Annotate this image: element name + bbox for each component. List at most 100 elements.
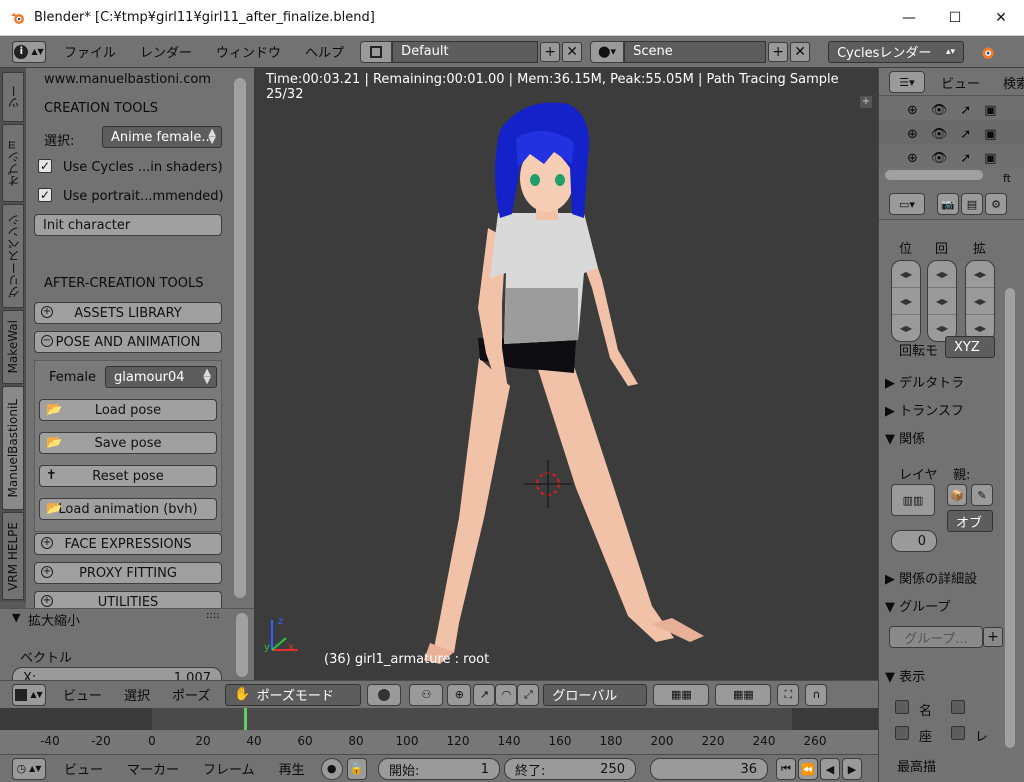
add-scene-button[interactable]: + [768,41,789,62]
tab-grease-pencil[interactable]: グリースペンシ [2,204,24,308]
menu-render[interactable]: レンダー [128,42,204,61]
row-icons[interactable]: ⊕ 👁 ➚ ▣ [907,147,997,166]
tool-shelf-scrollbar[interactable] [234,78,246,598]
editor-type-3d-icon[interactable]: ▲▼ [12,683,46,706]
menu-view[interactable]: ビュー [52,759,115,778]
parent-object-icon[interactable]: 📦 [947,484,967,506]
lock-layers-icon[interactable]: ⛶ [777,683,800,706]
utilities-panel[interactable]: + UTILITIES [34,591,222,608]
screen-layout-field[interactable]: Default [392,40,539,63]
current-frame-field[interactable]: 36 [650,758,768,780]
screen-layout-icon[interactable] [360,40,393,63]
rotation-fields[interactable]: ◀▶ ◀▶ ◀▶ [927,260,957,342]
use-portrait-checkbox[interactable]: ✓ [38,188,52,202]
init-character-button[interactable]: Init character [34,214,222,236]
jump-start-icon[interactable]: ⏮ [776,758,796,780]
menu-frame[interactable]: フレーム [191,759,267,778]
pass-index-field[interactable]: 0 [891,530,937,552]
pivot-point-icon[interactable]: ⚇ [409,683,444,706]
layers-grid-icon-2[interactable]: ▦▦ [715,683,772,706]
scene-icon[interactable]: ⬤▾ [590,40,625,63]
menu-marker[interactable]: マーカー [115,759,191,778]
prev-keyframe-icon[interactable]: ⏪ [798,758,818,780]
menu-playback[interactable]: 再生 [267,759,317,778]
tab-vrm-helper[interactable]: VRM HELPE [2,512,24,600]
manipulator-toggle-icon[interactable]: ⊕ [447,683,472,706]
outliner-h-scrollbar[interactable] [885,170,983,180]
add-group-icon[interactable]: + [983,627,1003,647]
pose-select[interactable]: glamour04 ▲ ▼ [105,366,217,388]
tab-options[interactable]: オプショ [2,124,24,202]
scale-fields[interactable]: ◀▶ ◀▶ ◀▶ [965,260,995,342]
location-fields[interactable]: ◀▶ ◀▶ ◀▶ [891,260,921,342]
layers-grid-icon[interactable]: ▦▦ [653,683,710,706]
character-select[interactable]: Anime female... ▲ ▼ [102,126,222,148]
load-pose-button[interactable]: 📂 Load pose [39,399,217,421]
outliner-editor-icon[interactable]: ☰▾ [889,71,925,93]
viewport-shading-icon[interactable] [367,683,402,706]
display-panel[interactable]: ▼ 表示 [885,666,1001,688]
menu-select[interactable]: 選択 [113,685,161,704]
lock-icon[interactable]: 🔒 [346,757,367,780]
3d-viewport[interactable]: Time:00:03.21 | Remaining:00:01.00 | Mem… [254,68,878,680]
relations-extras-panel[interactable]: ▶ 関係の詳細設 [885,568,1001,590]
remove-scene-button[interactable]: ✕ [790,41,811,62]
start-frame-field[interactable]: 開始: 1 [378,758,500,780]
proxy-fitting-panel[interactable]: + PROXY FITTING [34,562,222,584]
end-frame-field[interactable]: 終了: 250 [504,758,636,780]
drag-handle-icon[interactable]: :::: [206,610,219,621]
menu-window[interactable]: ウィンドウ [204,42,293,61]
save-pose-button[interactable]: 📂 Save pose [39,432,217,454]
render-engine-select[interactable]: Cyclesレンダー ▴▾ [828,40,965,63]
translate-manipulator-icon[interactable]: ↗ [473,683,496,706]
timeline-track[interactable] [0,708,878,730]
minimize-button[interactable]: — [886,0,932,36]
row-icons[interactable]: ⊕ 👁 ➚ ▣ [907,123,997,142]
rotation-mode-select[interactable]: XYZ [945,336,995,358]
transform-panel[interactable]: ▶ トランスフ [885,400,1001,422]
relations-panel[interactable]: ▼ 関係 [885,428,1001,450]
parent-type-select[interactable]: オブ [947,510,993,532]
add-to-group-button[interactable]: グループ... [889,626,983,648]
menu-file[interactable]: ファイル [52,42,128,61]
menu-help[interactable]: ヘルプ [293,42,356,61]
face-expressions-panel[interactable]: + FACE EXPRESSIONS [34,533,222,555]
tab-makewalk[interactable]: MakeWal [2,310,24,384]
mode-select[interactable]: ✋ ポーズモード [225,683,362,706]
operator-scrollbar[interactable] [236,613,248,677]
snap-icon[interactable]: ∩ [805,683,828,706]
render-tab-icon[interactable]: 📷 [937,193,959,215]
reset-pose-button[interactable]: ✝ Reset pose [39,465,217,487]
rotate-manipulator-icon[interactable]: ◠ [495,683,518,706]
record-icon[interactable]: ● [320,757,343,780]
misc-checkbox[interactable] [951,700,965,714]
outliner-view-menu[interactable]: ビュー [941,73,980,92]
tab-manuelbastioni-lab[interactable]: ManuelBastioniL [2,386,24,510]
eyedropper-icon[interactable]: ✎ [971,484,993,506]
tab-tools[interactable]: ツー [2,72,24,122]
layer-grid[interactable]: ▥▥ [891,484,935,516]
editor-type-timeline-icon[interactable]: ◷ ▲▼ [12,757,46,780]
use-cycles-checkbox[interactable]: ✓ [38,159,52,173]
load-animation-button[interactable]: 📂 Load animation (bvh) [39,498,217,520]
name-checkbox[interactable] [895,700,909,714]
scale-x-field[interactable]: X: 1.007 [12,667,222,680]
maximize-button[interactable]: ☐ [932,0,978,36]
menu-view[interactable]: ビュー [52,685,113,704]
scene-field[interactable]: Scene [624,40,767,63]
play-reverse-icon[interactable]: ◀ [820,758,840,780]
delta-transform-panel[interactable]: ▶ デルタトラ [885,372,1001,394]
current-frame-indicator[interactable] [243,708,247,730]
axes-checkbox[interactable] [895,726,909,740]
outliner-search-label[interactable]: 検索 [1003,73,1024,92]
scene-tab-icon[interactable]: ⚙ [985,193,1007,215]
transform-orientation-select[interactable]: グローバル [543,683,648,706]
play-icon[interactable]: ▶ [842,758,862,780]
add-layout-button[interactable]: + [540,41,561,62]
properties-editor-icon[interactable]: ▭▾ [889,193,925,215]
layers-tab-icon[interactable]: ▤ [961,193,983,215]
groups-panel[interactable]: ▼ グループ [885,596,1001,618]
scale-manipulator-icon[interactable]: ⤢ [517,683,540,706]
pose-animation-panel[interactable]: − POSE AND ANIMATION [34,331,222,353]
timeline[interactable]: -40 -20 0 20 40 60 80 100 120 140 160 180 200 220 240 2… [0,708,878,754]
